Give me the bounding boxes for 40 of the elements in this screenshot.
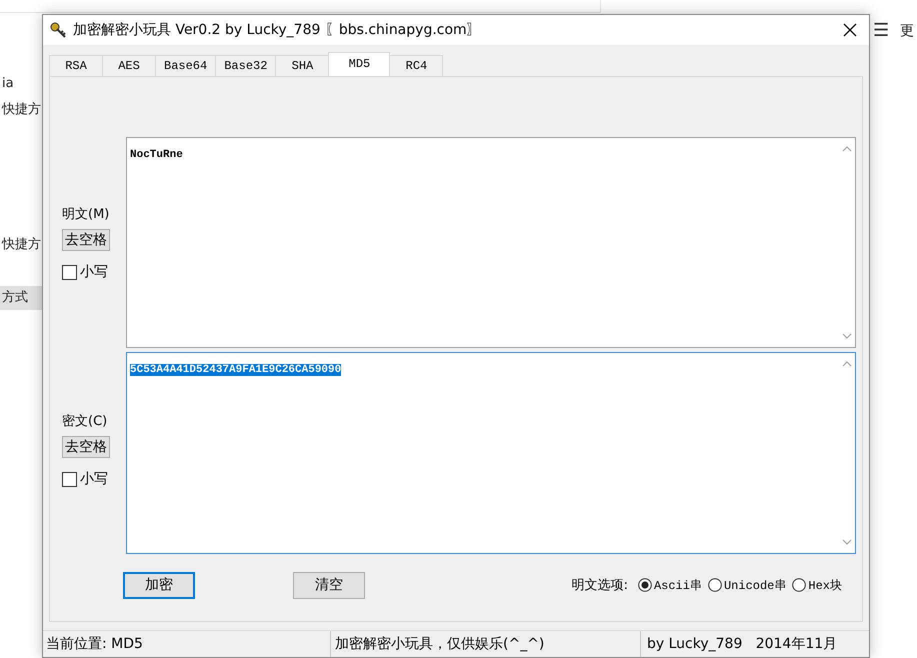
- status-text: by Lucky_789 2014年11月: [640, 631, 869, 657]
- clear-button[interactable]: 清空: [293, 572, 365, 598]
- status-text: 当前位置: MD5: [45, 635, 144, 654]
- toolbar-label: 更: [900, 22, 914, 40]
- file-list-item[interactable]: 方式: [0, 286, 42, 310]
- remove-spaces-button[interactable]: 去空格: [62, 229, 110, 251]
- checkbox[interactable]: [62, 264, 77, 280]
- radio-button[interactable]: [638, 578, 652, 592]
- encrypt-button[interactable]: 加密: [123, 572, 195, 598]
- file-list-item[interactable]: 快捷方: [0, 98, 42, 122]
- checkbox-label: 小写: [80, 470, 108, 488]
- radio-button[interactable]: [708, 578, 722, 592]
- scroll-down-icon[interactable]: [842, 539, 852, 545]
- text-value: 5C53A4A41D52437A9FA1E9C26CA59090: [130, 364, 342, 376]
- text-area[interactable]: NocTuRne: [126, 137, 856, 348]
- checkbox[interactable]: [62, 472, 77, 486]
- window-title: 加密解密小玩具 Ver0.2 by Lucky_789 〖bbs.chinapyg.com〗: [73, 21, 482, 39]
- text-area[interactable]: 5C53A4A41D52437A9FA1E9C26CA59090: [126, 352, 856, 554]
- close-icon[interactable]: [843, 23, 857, 37]
- tab[interactable]: MD5: [328, 52, 390, 76]
- tab[interactable]: RSA: [49, 55, 103, 76]
- scroll-down-icon[interactable]: [842, 333, 852, 339]
- radio-button[interactable]: [792, 578, 806, 592]
- file-list-item[interactable]: ia: [0, 72, 42, 96]
- keys-icon: [49, 21, 67, 39]
- options-label: 明文选项:: [572, 577, 628, 594]
- remove-spaces-button[interactable]: 去空格: [62, 436, 110, 458]
- radio-label: Unicode串: [724, 578, 786, 594]
- field-label: 密文(C): [62, 413, 108, 430]
- scroll-up-icon[interactable]: [842, 361, 852, 367]
- checkbox-label: 小写: [80, 263, 108, 281]
- radio-label: Hex块: [808, 578, 842, 594]
- scroll-up-icon[interactable]: [842, 146, 852, 152]
- tab[interactable]: RC4: [389, 55, 444, 76]
- radio-label: Ascii串: [654, 578, 702, 594]
- text-value: NocTuRne: [130, 149, 183, 161]
- field-label: 明文(M): [62, 206, 110, 223]
- menu-icon[interactable]: ☰: [873, 20, 890, 41]
- status-text: 加密解密小玩具，仅供娱乐(^_^): [330, 631, 640, 657]
- file-list-item[interactable]: 快捷方: [0, 233, 42, 257]
